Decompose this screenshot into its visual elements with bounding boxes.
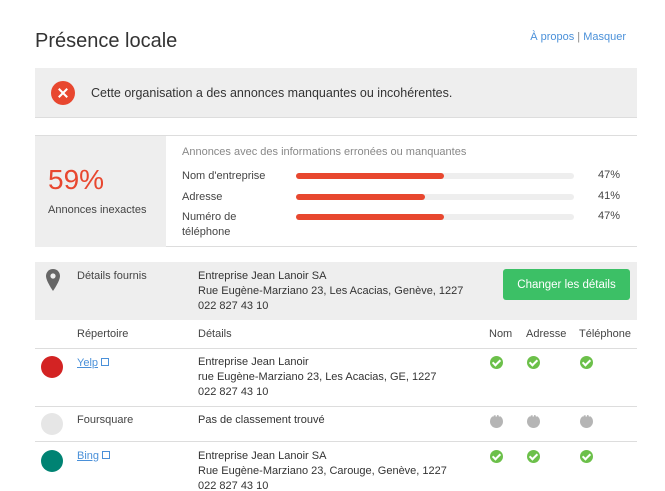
name-status-check-icon xyxy=(490,356,503,369)
table-row: Yelp Entreprise Jean Lanoir rue Eugène-M… xyxy=(35,349,637,407)
provided-line: Entreprise Jean Lanoir SA xyxy=(198,270,327,282)
about-link[interactable]: À propos xyxy=(530,31,574,43)
name-status-unknown-icon xyxy=(490,411,503,428)
inaccurate-percent: 59% xyxy=(48,164,105,195)
directory-link-yelp[interactable]: Yelp xyxy=(77,357,110,369)
table-row: Bing Entreprise Jean Lanoir SA Rue Eugèn… xyxy=(35,442,637,491)
summary-score: 59% Annonces inexactes xyxy=(35,136,166,247)
location-pin-icon xyxy=(46,269,60,291)
listing-line: Pas de classement trouvé xyxy=(198,414,325,426)
change-details-button[interactable]: Changer les détails xyxy=(503,269,630,300)
bar-label: Adresse xyxy=(182,191,223,203)
provided-line: Rue Eugène-Marziano 23, Les Acacias, Gen… xyxy=(198,285,464,297)
header-name: Nom xyxy=(489,328,513,340)
provided-lines: Entreprise Jean Lanoir SA Rue Eugène-Mar… xyxy=(198,269,463,314)
bar-fill xyxy=(296,214,444,220)
bar-track xyxy=(296,214,574,220)
table-header: Répertoire Détails Nom Adresse Téléphone xyxy=(35,320,637,349)
links-separator: | xyxy=(577,31,581,43)
directory-name: Yelp xyxy=(77,357,99,369)
listing-line: 022 827 43 10 xyxy=(198,480,269,491)
provided-details: Détails fournis Entreprise Jean Lanoir S… xyxy=(35,262,637,320)
phone-status-check-icon xyxy=(580,450,593,463)
bing-logo-icon xyxy=(41,450,63,472)
address-status-check-icon xyxy=(527,450,540,463)
listing-line: Entreprise Jean Lanoir SA xyxy=(198,450,327,462)
foursquare-logo-icon xyxy=(41,413,63,435)
listing-details: Entreprise Jean Lanoir rue Eugène-Marzia… xyxy=(198,355,436,400)
bar-track xyxy=(296,194,574,200)
alert-banner: Cette organisation a des annonces manqua… xyxy=(35,68,637,118)
provided-line: 022 827 43 10 xyxy=(198,300,269,312)
hide-link[interactable]: Masquer xyxy=(583,31,626,43)
header-details: Détails xyxy=(198,328,232,340)
external-link-icon xyxy=(101,358,110,366)
directory-link-bing[interactable]: Bing xyxy=(77,450,111,462)
breakdown-heading: Annonces avec des informations erronées … xyxy=(182,146,467,158)
yelp-logo-icon xyxy=(41,356,63,378)
summary-panel: 59% Annonces inexactes Annonces avec des… xyxy=(35,135,637,247)
table-row: Foursquare Pas de classement trouvé xyxy=(35,407,637,442)
phone-status-unknown-icon xyxy=(580,411,593,428)
bar-track xyxy=(296,173,574,179)
bar-fill xyxy=(296,194,425,200)
listing-line: Rue Eugène-Marziano 23, Carouge, Genève,… xyxy=(198,465,447,477)
listing-line: Entreprise Jean Lanoir xyxy=(198,356,309,368)
address-status-check-icon xyxy=(527,356,540,369)
bar-value: 47% xyxy=(597,169,620,181)
error-icon xyxy=(51,80,75,105)
header-phone: Téléphone xyxy=(579,328,631,340)
page-title: Présence locale xyxy=(35,30,178,52)
phone-status-check-icon xyxy=(580,356,593,369)
bar-fill xyxy=(296,173,444,179)
header-address: Adresse xyxy=(526,328,567,340)
listing-line: rue Eugène-Marziano 23, Les Acacias, GE,… xyxy=(198,371,437,383)
listing-line: 022 827 43 10 xyxy=(198,386,269,398)
provided-label: Détails fournis xyxy=(77,270,147,282)
bar-value: 41% xyxy=(597,190,620,202)
bar-label: Nom d'entreprise xyxy=(182,170,266,182)
bar-label: Numéro de téléphone xyxy=(182,211,237,238)
listing-details: Pas de classement trouvé xyxy=(198,413,325,428)
directory-name-foursquare: Foursquare xyxy=(77,414,134,426)
bar-value: 47% xyxy=(597,210,620,222)
alert-message: Cette organisation a des annonces manqua… xyxy=(91,85,453,100)
summary-breakdown: Annonces avec des informations erronées … xyxy=(182,146,632,238)
listing-details: Entreprise Jean Lanoir SA Rue Eugène-Mar… xyxy=(198,449,447,491)
header-directory: Répertoire xyxy=(77,328,129,340)
name-status-check-icon xyxy=(490,450,503,463)
directory-name: Bing xyxy=(77,450,100,462)
top-links: À propos | Masquer xyxy=(530,31,626,43)
external-link-icon xyxy=(102,451,111,459)
inaccurate-label: Annonces inexactes xyxy=(48,204,147,216)
address-status-unknown-icon xyxy=(527,411,540,428)
